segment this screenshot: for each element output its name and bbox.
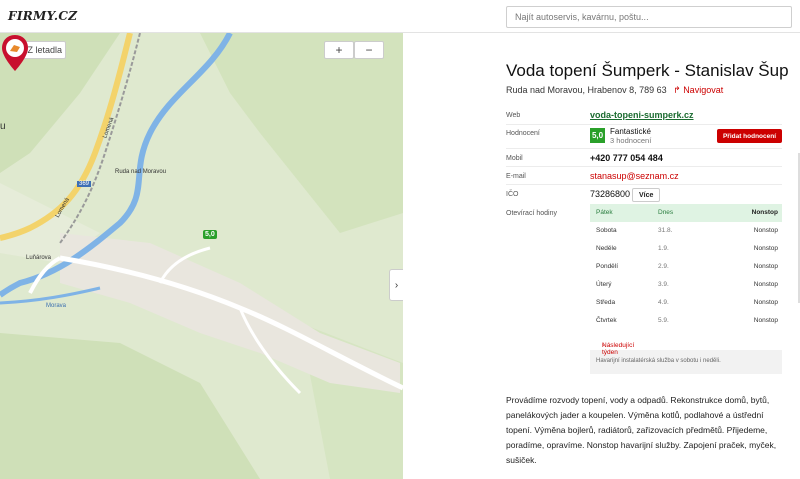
hours-row: Neděle 1.9. Nonstop (590, 240, 782, 258)
rating-count-link[interactable]: 3 hodnocení (610, 136, 651, 145)
ico-value: 73286800 (590, 189, 631, 199)
phone-label: Mobil (506, 155, 523, 162)
navigate-label: Navigovat (683, 85, 724, 95)
street-label: Luňárova (26, 255, 52, 261)
hours-time: Nonstop (753, 317, 778, 324)
web-link[interactable]: voda-topeni-sumperk.cz (590, 110, 694, 120)
hours-date: 1.9. (658, 245, 669, 252)
rating-word: Fantastické (610, 127, 651, 136)
zoom-in-button[interactable]: + (324, 41, 354, 59)
hours-row: Sobota 31.8. Nonstop (590, 222, 782, 240)
hours-row: Čtvrtek 5.9. Nonstop (590, 312, 782, 330)
hours-day: Sobota (596, 227, 617, 234)
hours-date: 3.9. (658, 281, 669, 288)
town-label: Ruda nad Moravou (115, 169, 167, 175)
detail-panel: Voda topení Šumperk - Stanislav Šup Ruda… (403, 33, 800, 479)
ico-row: IČO 73286800 Více (506, 185, 782, 204)
rating-score-badge: 5,0 (590, 128, 605, 143)
next-week-label: Následující týden (602, 342, 635, 356)
web-label: Web (506, 112, 521, 119)
hours-date: 5.9. (658, 317, 669, 324)
hours-day: Neděle (596, 245, 617, 252)
chevron-right-icon: › (394, 279, 399, 291)
email-row: E-mail stanasup@seznam.cz (506, 167, 782, 185)
rating-label: Hodnocení (506, 130, 540, 137)
business-title: Voda topení Šumperk - Stanislav Šup (506, 61, 789, 80)
search-input[interactable]: Najít autoservis, kavárnu, poštu... (506, 6, 792, 28)
hours-day: Pátek (596, 209, 613, 216)
add-rating-button[interactable]: Přidat hodnocení (717, 129, 782, 143)
hours-time: Nonstop (753, 281, 778, 288)
road-number-label: 369 (77, 181, 92, 187)
email-link[interactable]: stanasup@seznam.cz (590, 171, 679, 181)
map-edge-label: u (0, 121, 6, 132)
collapse-panel-button[interactable]: › (389, 269, 403, 301)
hours-date: 4.9. (658, 299, 669, 306)
next-week-link[interactable]: › Následující týden (590, 330, 782, 356)
hours-row: Pondělí 2.9. Nonstop (590, 258, 782, 276)
hours-date: 31.8. (658, 227, 673, 234)
hours-row-today: Pátek Dnes Nonstop (590, 204, 782, 222)
hours-day: Pondělí (596, 263, 619, 270)
business-address: Ruda nad Moravou, Hrabenov 8, 789 63 ↱ N… (506, 85, 723, 96)
hours-day: Úterý (596, 281, 612, 288)
hours-time: Nonstop (753, 263, 778, 270)
navigate-link[interactable]: ↱ Navigovat (673, 85, 723, 95)
pin-rating-badge: 5,0 (203, 230, 217, 239)
hours-row: Úterý 3.9. Nonstop (590, 276, 782, 294)
phone-row: Mobil +420 777 054 484 (506, 149, 782, 167)
web-row: Web voda-topeni-sumperk.cz (506, 107, 782, 125)
rating-row: Hodnocení 5,0 Fantastické 3 hodnocení Př… (506, 125, 782, 149)
email-label: E-mail (506, 173, 526, 180)
hours-time: Nonstop (753, 227, 778, 234)
hours-date: Dnes (658, 209, 674, 216)
hours-row: Středa 4.9. Nonstop (590, 294, 782, 312)
map-pin-icon[interactable] (0, 33, 30, 73)
airplane-view-label: Z letadla (27, 45, 63, 55)
business-description: Provádíme rozvody topení, vody a odpadů.… (506, 395, 777, 465)
hours-time: Nonstop (751, 209, 778, 216)
more-button[interactable]: Více (632, 188, 661, 202)
ico-label: IČO (506, 191, 519, 198)
phone-value[interactable]: +420 777 054 484 (590, 153, 663, 163)
address-text: Ruda nad Moravou, Hrabenov 8, 789 63 (506, 85, 667, 95)
map-terrain (0, 33, 403, 479)
hours-date: 2.9. (658, 263, 669, 270)
zoom-out-button[interactable]: − (354, 41, 384, 59)
hours-day: Středa (596, 299, 616, 306)
firmy-logo[interactable]: FIRMY.CZ (8, 9, 77, 23)
map[interactable]: ✈ Z letadla + − Lomená Lomená Luňárova R… (0, 33, 403, 479)
opening-hours-table: Pátek Dnes Nonstop Sobota 31.8. Nonstop … (590, 204, 782, 374)
navigate-icon: ↱ (673, 85, 681, 95)
top-bar: FIRMY.CZ Najít autoservis, kavárnu, pošt… (0, 0, 800, 33)
river-label: Morava (46, 303, 67, 309)
hours-time: Nonstop (753, 299, 778, 306)
hours-label: Otevírací hodiny (506, 210, 557, 217)
hours-time: Nonstop (753, 245, 778, 252)
hours-day: Čtvrtek (596, 317, 617, 324)
